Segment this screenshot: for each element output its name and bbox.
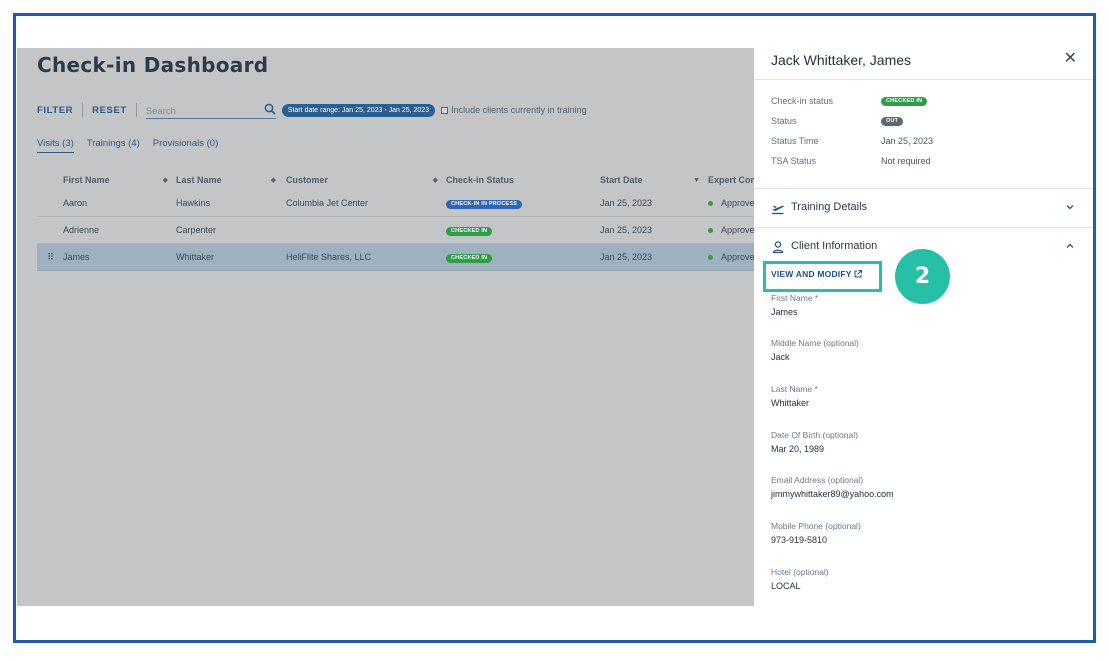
- status-dot: [708, 227, 713, 233]
- table-row-selected[interactable]: ⠿ James Whittaker HeliFlite Shares, LLC …: [37, 244, 754, 271]
- status-badge: CHECK-IN IN PROCESS: [446, 200, 523, 209]
- status-badge: CHECKED IN: [446, 227, 493, 236]
- column-header-expert-con[interactable]: Expert Con: [708, 175, 754, 185]
- filter-button[interactable]: FILTER: [37, 105, 73, 116]
- training-details-label: Training Details: [791, 201, 868, 213]
- field-email: Email Address (optional) jimmywhittaker8…: [771, 475, 894, 499]
- tab-visits[interactable]: Visits (3): [37, 138, 74, 153]
- step-number-badge: 2: [895, 249, 950, 304]
- toolbar-divider: [135, 103, 137, 117]
- field-middle-name: Middle Name (optional) Jack: [771, 338, 859, 362]
- status-time-label: Status Time: [771, 136, 819, 146]
- view-and-modify-link[interactable]: VIEW AND MODIFY: [771, 269, 863, 279]
- checkin-status-badge: CHECKED IN: [881, 96, 928, 106]
- cell-start-date: Jan 25, 2023: [600, 252, 653, 262]
- status-label: Status: [771, 116, 797, 126]
- tsa-status-label: TSA Status: [771, 156, 817, 166]
- training-details-section[interactable]: Training Details: [754, 188, 1093, 228]
- sort-icon[interactable]: ◆: [271, 176, 276, 184]
- search-box: [145, 101, 276, 120]
- chevron-down-icon[interactable]: [1065, 202, 1075, 212]
- sort-desc-icon[interactable]: ▼: [693, 177, 700, 184]
- cell-checkin-status: CHECK-IN IN PROCESS: [446, 197, 600, 209]
- person-icon: [772, 241, 784, 254]
- status-dot: [708, 200, 713, 206]
- dashboard-main: Check-in Dashboard FILTER RESET Start da…: [17, 48, 754, 606]
- drag-handle-icon[interactable]: ⠿: [37, 252, 63, 263]
- table-row[interactable]: Aaron Hawkins Columbia Jet Center CHECK-…: [37, 190, 754, 217]
- checkbox-box[interactable]: [441, 106, 449, 114]
- cell-first-name: Adrienne: [63, 225, 100, 235]
- date-range-chip[interactable]: Start date range: Jan 25, 2023 - Jan 25,…: [281, 103, 436, 117]
- tab-provisionals[interactable]: Provisionals (0): [153, 138, 218, 153]
- include-training-checkbox[interactable]: Include clients currently in training: [441, 105, 587, 115]
- tsa-status-value: Not required: [881, 156, 931, 166]
- column-header-checkin-status[interactable]: Check-in Status: [446, 175, 600, 185]
- sort-icon[interactable]: ◆: [433, 176, 438, 184]
- field-last-name: Last Name * Whittaker: [771, 384, 818, 408]
- cell-expert: Approve: [708, 252, 754, 262]
- checkin-status-label: Check-in status: [771, 96, 834, 106]
- external-link-icon: [854, 270, 863, 278]
- field-date-of-birth: Date Of Birth (optional) Mar 20, 1989: [771, 430, 858, 454]
- column-header-first-name[interactable]: First Name ◆: [63, 175, 176, 185]
- field-mobile-phone: Mobile Phone (optional) 973-919-5810: [771, 521, 861, 545]
- cell-customer: Columbia Jet Center: [286, 198, 369, 208]
- status-time-value: Jan 25, 2023: [881, 136, 934, 146]
- cell-last-name: Carpenter: [176, 225, 217, 235]
- status-summary: Check-in status CHECKED IN Status OUT St…: [771, 91, 1081, 171]
- toolbar-divider: [82, 103, 84, 117]
- column-header-start-date[interactable]: Start Date ▼: [600, 175, 708, 185]
- panel-title: Jack Whittaker, James: [771, 52, 912, 68]
- airplane-icon: [772, 205, 784, 215]
- cell-start-date: Jan 25, 2023: [600, 225, 653, 235]
- column-header-customer[interactable]: Customer ◆: [286, 175, 446, 185]
- column-header-last-name[interactable]: Last Name ◆: [176, 175, 286, 185]
- include-training-label: Include clients currently in training: [451, 105, 587, 115]
- cell-start-date: Jan 25, 2023: [600, 198, 653, 208]
- cell-checkin-status: CHECKED IN: [446, 251, 600, 263]
- status-dot: [708, 254, 713, 260]
- status-badge: CHECKED IN: [446, 254, 493, 263]
- search-icon[interactable]: [264, 103, 276, 115]
- tab-bar: Visits (3) Trainings (4) Provisionals (0…: [37, 138, 218, 153]
- cell-last-name: Whittaker: [176, 252, 215, 262]
- cell-customer: HeliFlite Shares, LLC: [286, 252, 372, 262]
- field-first-name: First Name * James: [771, 293, 819, 317]
- panel-header: Jack Whittaker, James ✕: [754, 48, 1093, 80]
- cell-expert: Approve: [708, 225, 754, 235]
- search-input[interactable]: [145, 103, 256, 120]
- close-icon[interactable]: ✕: [1064, 51, 1077, 67]
- table-row[interactable]: Adrienne Carpenter CHECKED IN Jan 25, 20…: [37, 217, 754, 244]
- page-title: Check-in Dashboard: [37, 53, 269, 77]
- view-and-modify-highlight: VIEW AND MODIFY: [763, 261, 882, 292]
- client-information-label: Client Information: [791, 240, 878, 252]
- table-header: First Name ◆ Last Name ◆ Customer ◆ Chec…: [37, 170, 754, 190]
- cell-expert: Approve: [708, 198, 754, 208]
- tab-trainings[interactable]: Trainings (4): [87, 138, 140, 153]
- toolbar: FILTER RESET Start date range: Jan 25, 2…: [37, 99, 587, 121]
- visits-table: First Name ◆ Last Name ◆ Customer ◆ Chec…: [37, 170, 754, 271]
- cell-checkin-status: CHECKED IN: [446, 224, 600, 236]
- status-badge: OUT: [881, 116, 904, 126]
- reset-button[interactable]: RESET: [92, 105, 127, 116]
- sort-icon[interactable]: ◆: [163, 176, 168, 184]
- cell-last-name: Hawkins: [176, 198, 211, 208]
- field-hotel: Hotel (optional) LOCAL: [771, 567, 829, 591]
- chevron-up-icon[interactable]: [1065, 241, 1075, 251]
- cell-first-name: James: [63, 252, 90, 262]
- cell-first-name: Aaron: [63, 198, 88, 208]
